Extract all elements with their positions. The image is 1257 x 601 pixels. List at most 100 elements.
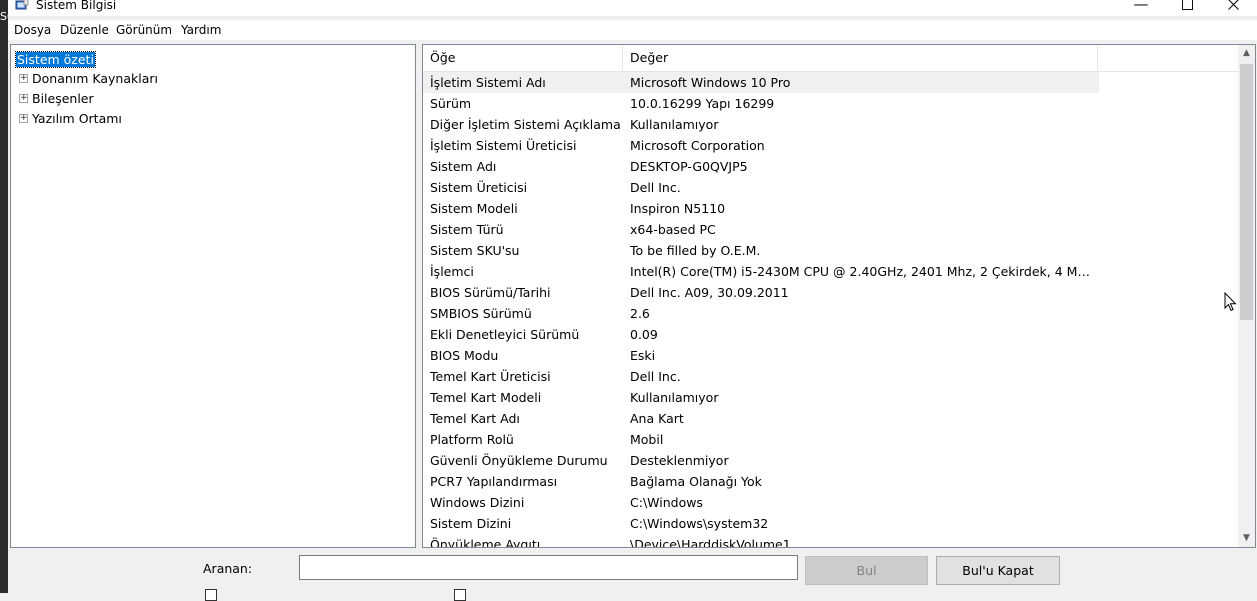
list-rows: İşletim Sistemi Adı Microsoft Windows 10 … [423, 72, 1238, 548]
row-item-cell: Windows Dizini [430, 495, 525, 510]
row-value-cell: Intel(R) Core(TM) i5-2430M CPU @ 2.40GHz… [630, 264, 1093, 279]
desktop-edge: SC [0, 0, 15, 593]
tree-item-label: Donanım Kaynakları [32, 70, 159, 86]
row-value-cell: Microsoft Corporation [630, 138, 765, 153]
minimize-button[interactable]: — [1118, 0, 1164, 16]
table-row[interactable]: Sistem SKU'su To be filled by O.E.M. [423, 240, 1238, 261]
row-item-cell: Temel Kart Modeli [430, 390, 542, 405]
table-row[interactable]: Diğer İşletim Sistemi Açıklaması Kullanıl… [423, 114, 1238, 135]
details-list[interactable]: Öğe Değer İşletim Sistemi Adı Microsoft W… [422, 44, 1256, 548]
table-row[interactable]: Sistem Türü x64-based PC [423, 219, 1238, 240]
search-selected-category-checkbox[interactable] [205, 589, 217, 601]
row-value-cell: Ana Kart [630, 411, 684, 426]
minimize-icon: — [1133, 0, 1149, 13]
table-row[interactable]: BIOS Sürümü/Tarihi Dell Inc. A09, 30.09.2… [423, 282, 1238, 303]
row-value-cell: C:\Windows [630, 495, 703, 510]
window-title: Sistem Bilgisi [36, 0, 117, 12]
table-row[interactable]: Güvenli Önyükleme Durumu Desteklenmiyor [423, 450, 1238, 471]
tree-item-label: Bileşenler [32, 90, 94, 106]
column-header-item[interactable]: Öğe [423, 45, 623, 71]
column-header-value[interactable]: Değer [623, 45, 1098, 71]
row-item-cell: İşlemci [430, 264, 474, 279]
row-item-cell: Platform Rolü [430, 432, 514, 447]
row-item-cell: PCR7 Yapılandırması [430, 474, 558, 489]
table-row[interactable]: İşlemci Intel(R) Core(TM) i5-2430M CPU @ … [423, 261, 1238, 282]
menu-view[interactable]: Görünüm [116, 23, 172, 37]
row-item-cell: Sistem Adı [430, 159, 497, 174]
table-row[interactable]: Ekli Denetleyici Sürümü 0.09 [423, 324, 1238, 345]
row-value-cell: 2.6 [630, 306, 650, 321]
row-value-cell: Eski [630, 348, 656, 363]
table-row[interactable]: PCR7 Yapılandırması Bağlama Olanağı Yok [423, 471, 1238, 492]
table-row[interactable]: Önyükleme Aygıtı \Device\HarddiskVolume1 [423, 534, 1238, 548]
table-row[interactable]: Temel Kart Adı Ana Kart [423, 408, 1238, 429]
vertical-scrollbar[interactable]: ▲ ▼ [1238, 45, 1255, 547]
menu-file[interactable]: Dosya [14, 23, 51, 37]
find-button[interactable]: Bul [805, 556, 928, 585]
row-value-cell: Mobil [630, 432, 664, 447]
expand-icon[interactable]: + [19, 73, 28, 83]
row-value-cell: Bağlama Olanağı Yok [630, 474, 762, 489]
row-item-cell: Önyükleme Aygıtı [430, 537, 541, 548]
table-row[interactable]: Platform Rolü Mobil [423, 429, 1238, 450]
table-row[interactable]: SMBIOS Sürümü 2.6 [423, 303, 1238, 324]
row-value-cell: \Device\HarddiskVolume1 [630, 537, 791, 548]
row-item-cell: BIOS Sürümü/Tarihi [430, 285, 551, 300]
row-item-cell: Temel Kart Üreticisi [430, 369, 551, 384]
scroll-thumb[interactable] [1240, 64, 1253, 320]
table-row[interactable]: İşletim Sistemi Adı Microsoft Windows 10 … [423, 72, 1099, 93]
row-value-cell: 0.09 [630, 327, 658, 342]
row-item-cell: Güvenli Önyükleme Durumu [430, 453, 608, 468]
table-row[interactable]: BIOS Modu Eski [423, 345, 1238, 366]
tree-item-hardware-resources[interactable]: + Donanım Kaynakları [19, 69, 158, 87]
scroll-up-icon[interactable]: ▲ [1238, 45, 1255, 62]
table-row[interactable]: İşletim Sistemi Üreticisi Microsoft Corpo… [423, 135, 1238, 156]
row-value-cell: Dell Inc. A09, 30.09.2011 [630, 285, 789, 300]
row-value-cell: Inspiron N5110 [630, 201, 726, 216]
mouse-pointer-icon [1224, 292, 1237, 312]
close-find-button[interactable]: Bul'u Kapat [936, 556, 1060, 585]
menu-bar: Dosya Düzenle Görünüm Yardım [8, 20, 1257, 40]
table-row[interactable]: Sistem Üreticisi Dell Inc. [423, 177, 1238, 198]
category-tree[interactable]: Sistem özeti + Donanım Kaynakları + Bile… [10, 44, 416, 548]
table-row[interactable]: Sistem Adı DESKTOP-G0QVJP5 [423, 156, 1238, 177]
row-item-cell: Sistem Dizini [430, 516, 512, 531]
menu-help[interactable]: Yardım [181, 23, 221, 37]
table-row[interactable]: Temel Kart Modeli Kullanılamıyor [423, 387, 1238, 408]
row-value-cell: Kullanılamıyor [630, 117, 719, 132]
maximize-button[interactable] [1164, 0, 1210, 16]
row-item-cell: Temel Kart Adı [430, 411, 520, 426]
tree-item-system-summary[interactable]: Sistem özeti [15, 50, 96, 68]
table-row[interactable]: Sistem Dizini C:\Windows\system32 [423, 513, 1238, 534]
row-item-cell: Sistem SKU'su [430, 243, 520, 258]
row-item-cell: Sistem Modeli [430, 201, 518, 216]
row-value-cell: Kullanılamıyor [630, 390, 719, 405]
row-item-cell: Sürüm [430, 96, 472, 111]
tree-item-label: Yazılım Ortamı [32, 110, 122, 126]
find-input[interactable] [299, 555, 798, 580]
table-row[interactable]: Temel Kart Üreticisi Dell Inc. [423, 366, 1238, 387]
row-value-cell: Desteklenmiyor [630, 453, 729, 468]
row-item-cell: Diğer İşletim Sistemi Açıklaması [430, 117, 620, 132]
row-value-cell: Dell Inc. [630, 369, 681, 384]
table-row[interactable]: Sistem Modeli Inspiron N5110 [423, 198, 1238, 219]
search-category-names-checkbox[interactable] [454, 589, 466, 601]
list-header: Öğe Değer [423, 45, 1238, 72]
row-value-cell: Microsoft Windows 10 Pro [630, 75, 791, 90]
row-item-cell: Sistem Türü [430, 222, 504, 237]
title-bar[interactable]: Sistem Bilgisi — [8, 0, 1257, 16]
tree-item-components[interactable]: + Bileşenler [19, 89, 94, 107]
row-value-cell: 10.0.16299 Yapı 16299 [630, 96, 775, 111]
close-icon [1227, 0, 1239, 10]
tree-item-software-environment[interactable]: + Yazılım Ortamı [19, 109, 122, 127]
scroll-down-icon[interactable]: ▼ [1238, 530, 1255, 547]
table-row[interactable]: Sürüm 10.0.16299 Yapı 16299 [423, 93, 1238, 114]
row-item-cell: İşletim Sistemi Adı [430, 75, 546, 90]
table-row[interactable]: Windows Dizini C:\Windows [423, 492, 1238, 513]
row-value-cell: Dell Inc. [630, 180, 681, 195]
row-item-cell: SMBIOS Sürümü [430, 306, 532, 321]
expand-icon[interactable]: + [19, 93, 28, 103]
expand-icon[interactable]: + [19, 113, 28, 123]
close-button[interactable] [1210, 0, 1256, 16]
menu-edit[interactable]: Düzenle [60, 23, 109, 37]
